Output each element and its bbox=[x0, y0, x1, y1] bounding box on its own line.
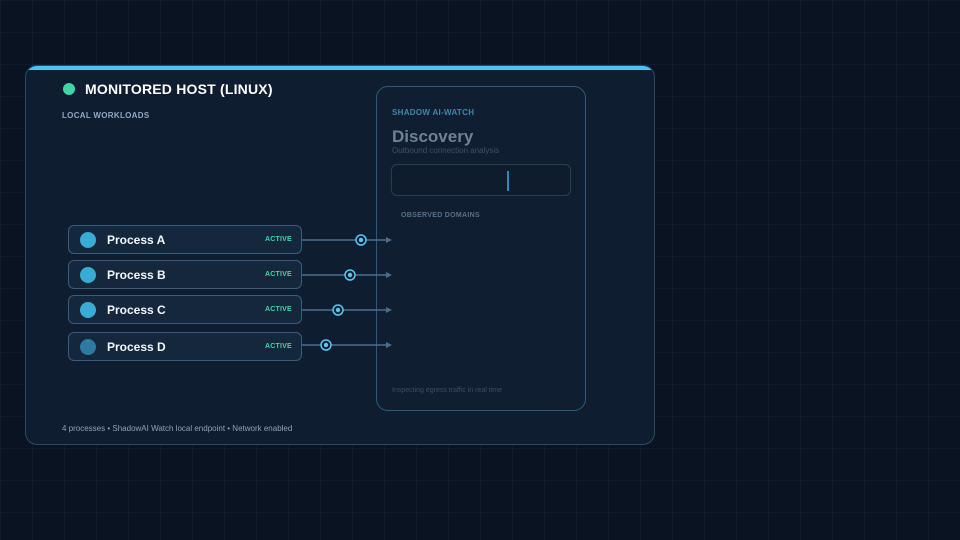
flow-a bbox=[302, 234, 392, 246]
packet-core-icon bbox=[347, 272, 353, 278]
flow-d bbox=[302, 339, 392, 351]
monitored-host-panel: MONITORED HOST (LINUX) LOCAL WORKLOADS P… bbox=[25, 65, 655, 445]
arrow-right-icon bbox=[386, 272, 392, 278]
packet-core-icon bbox=[335, 307, 341, 313]
host-footer-text: 4 processes • ShadowAI Watch local endpo… bbox=[62, 424, 293, 433]
arrow-right-icon bbox=[386, 237, 392, 243]
flow-c bbox=[302, 304, 392, 316]
flow-b bbox=[302, 269, 392, 281]
packet-core-icon bbox=[358, 237, 364, 243]
packet-core-icon bbox=[323, 342, 329, 348]
arrow-right-icon bbox=[386, 307, 392, 313]
connection-flows bbox=[302, 234, 392, 351]
arrow-right-icon bbox=[386, 342, 392, 348]
